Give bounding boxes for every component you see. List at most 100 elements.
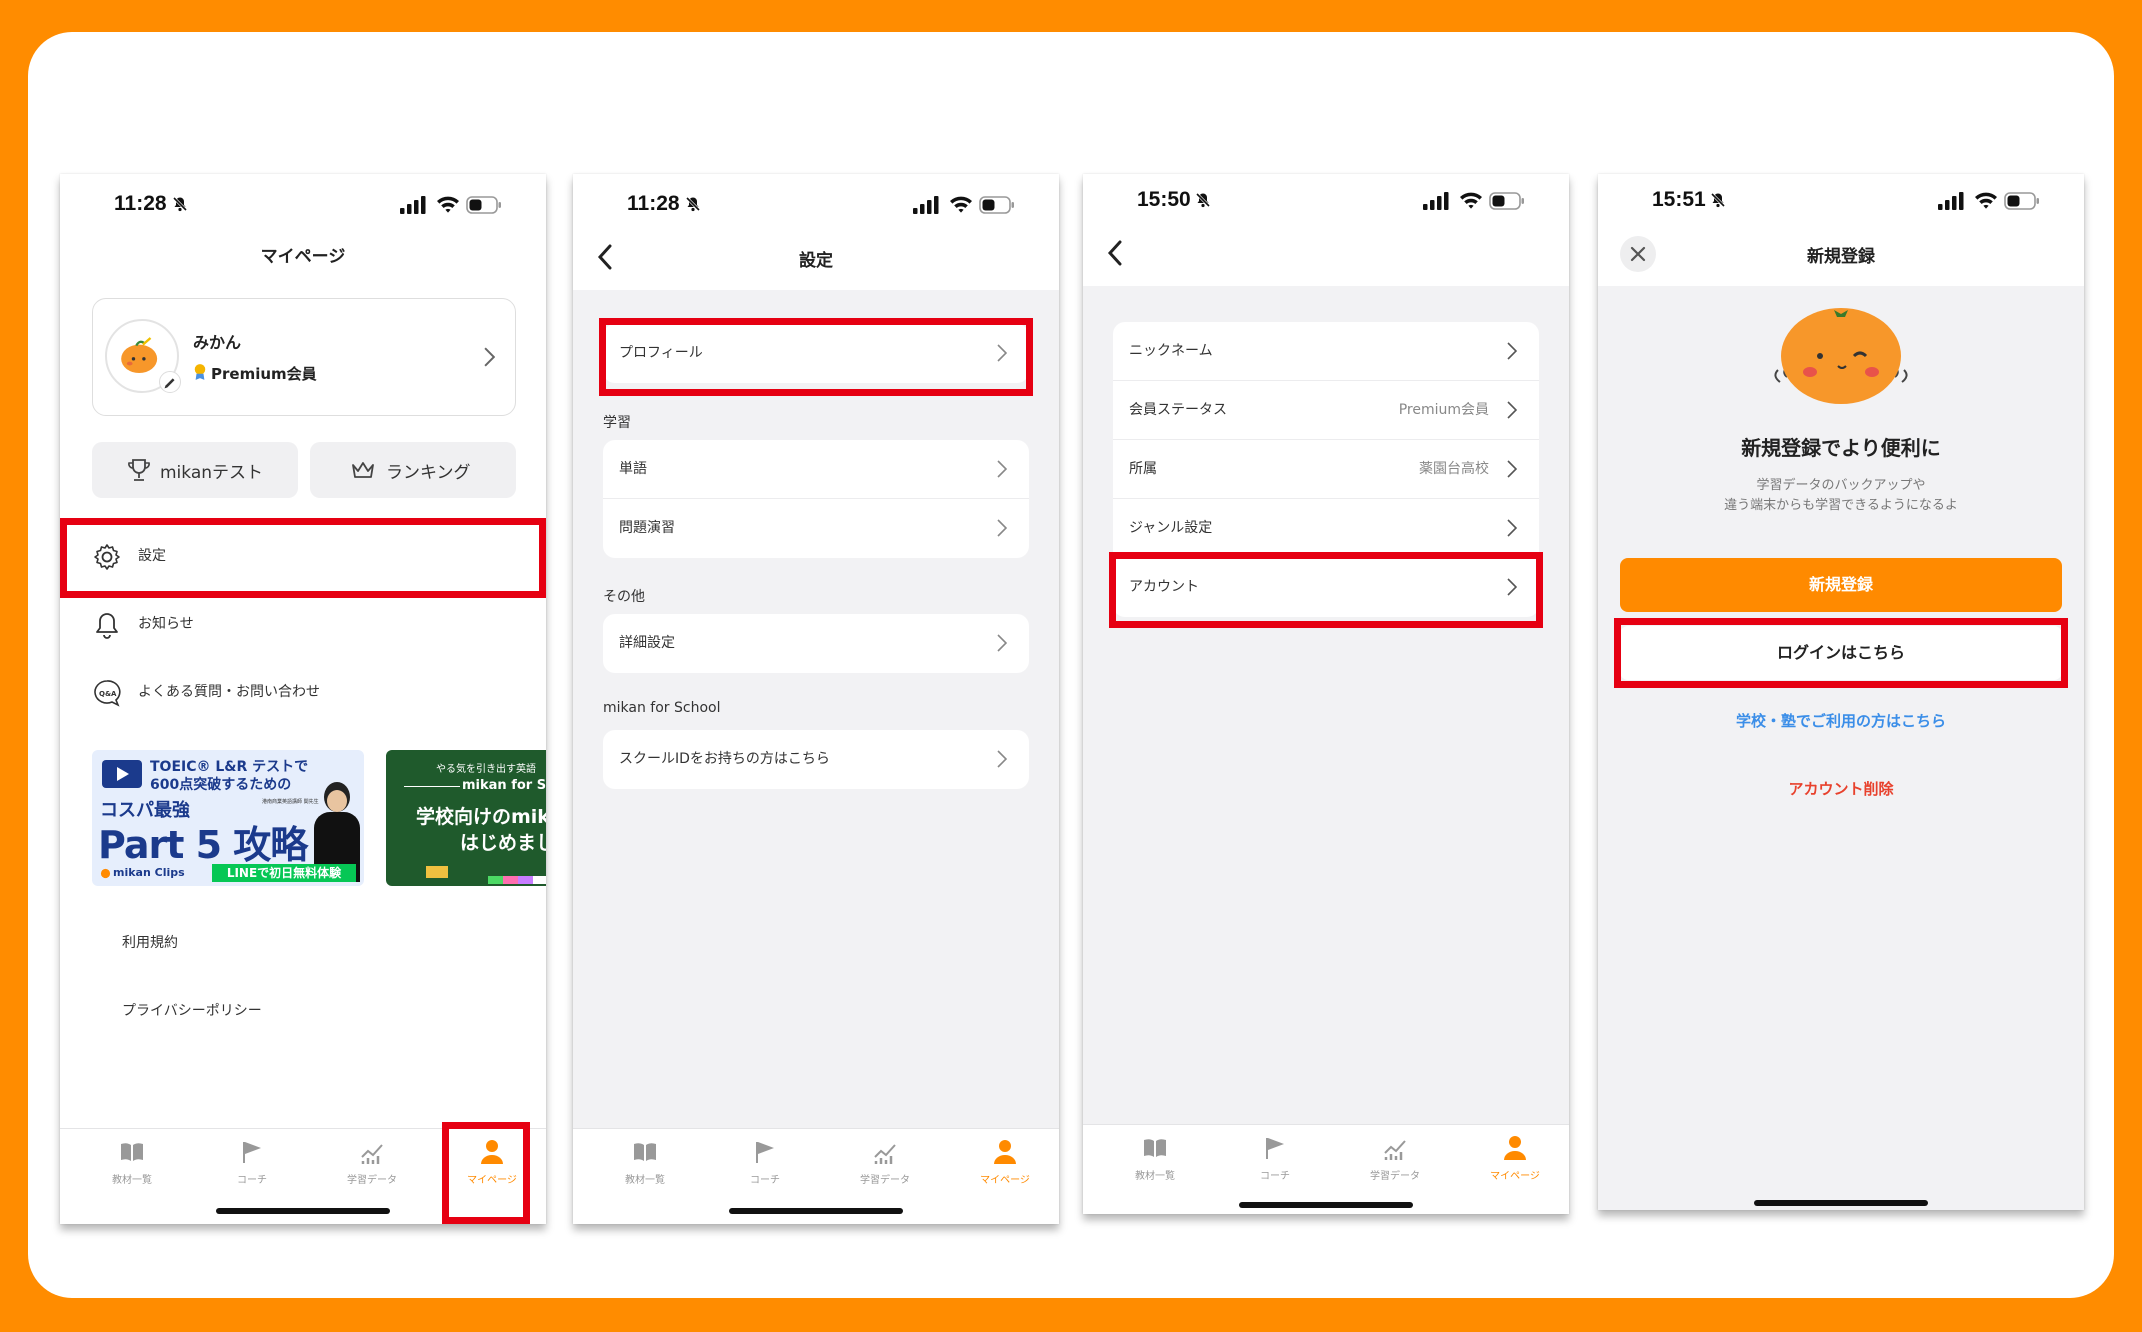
row-affiliation[interactable]: 所属 薬園台高校: [1113, 440, 1539, 499]
highlight-login: [1614, 618, 2068, 688]
avatar[interactable]: [105, 319, 181, 393]
tab-data[interactable]: 学習データ: [1345, 1135, 1445, 1182]
wifi-icon: [1460, 192, 1482, 209]
terms-link[interactable]: 利用規約: [122, 932, 178, 952]
book-icon: [634, 1143, 656, 1161]
edit-badge[interactable]: [159, 371, 181, 393]
wifi-icon: [437, 196, 459, 213]
tab-coach[interactable]: コーチ: [202, 1139, 302, 1186]
crown-icon: [352, 462, 374, 478]
tab-mypage[interactable]: マイページ: [955, 1139, 1055, 1186]
tab-materials[interactable]: 教材一覧: [1105, 1135, 1205, 1182]
tab-coach-label: コーチ: [1260, 1171, 1290, 1182]
chart-icon: [1384, 1140, 1406, 1160]
row-affiliation-value: 薬園台高校: [1419, 461, 1489, 477]
chevron-right-icon: [484, 347, 495, 367]
row-genre[interactable]: ジャンル設定: [1113, 499, 1539, 558]
bell-slash-icon: [1195, 192, 1211, 208]
school-link[interactable]: 学校・塾でご利用の方はこちら: [1598, 710, 2084, 731]
book-icon: [1144, 1139, 1166, 1157]
phone-settings: 11:28 設定 プロフィール 学習 単語 問題演習 その他 詳細設定 mika…: [573, 174, 1059, 1224]
status-bar: 11:28: [60, 192, 546, 226]
nav-bar: 新規登録: [1598, 226, 2084, 286]
home-indicator: [216, 1208, 390, 1214]
mikan-mascot-icon: [1774, 308, 1908, 404]
page-title: 新規登録: [1807, 247, 1875, 267]
page-title: 設定: [799, 251, 833, 271]
qa-bubble-icon: Q&A: [94, 680, 121, 707]
status-time: 11:28: [114, 192, 167, 215]
banner2-line4: はじめまし: [460, 832, 546, 854]
status-time: 11:28: [627, 192, 680, 215]
book-icon: [121, 1143, 143, 1161]
bell-slash-icon: [172, 196, 188, 212]
row-words-label: 単語: [619, 461, 647, 477]
banner1-cta: LINEで初日無料体験: [212, 864, 356, 882]
row-genre-label: ジャンル設定: [1129, 520, 1213, 536]
delete-account-link[interactable]: アカウント削除: [1598, 778, 2084, 799]
row-membership[interactable]: 会員ステータス Premium会員: [1113, 381, 1539, 440]
page-title: マイページ: [260, 247, 346, 267]
tab-data[interactable]: 学習データ: [322, 1139, 422, 1186]
mikan-for-school-banner[interactable]: やる気を引き出す英語 mikan for Sc 学校向けのmik はじめまし: [386, 750, 546, 886]
tab-coach[interactable]: コーチ: [1225, 1135, 1325, 1182]
mikan-clips-logo-icon: [100, 868, 111, 879]
row-drills[interactable]: 問題演習: [603, 499, 1029, 558]
row-nickname[interactable]: ニックネーム: [1113, 322, 1539, 381]
row-membership-value: Premium会員: [1398, 402, 1489, 418]
status-bar: 15:50: [1083, 188, 1569, 222]
ranking-button[interactable]: ランキング: [310, 442, 516, 498]
tab-data-label: 学習データ: [1370, 1171, 1420, 1182]
menu-news[interactable]: お知らせ: [92, 604, 194, 644]
bell-icon: [96, 613, 118, 639]
banner2-line1: やる気を引き出す英語: [436, 764, 536, 775]
highlight-account: [1109, 552, 1543, 628]
toeic-part5-banner[interactable]: TOEIC® L&R テストで 600点突破するための コスパ最強 Part 5…: [92, 750, 364, 886]
profile-card[interactable]: みかん Premium会員: [92, 298, 516, 416]
play-icon: [102, 760, 142, 788]
profile-name: みかん: [193, 333, 242, 352]
battery-icon: [979, 196, 1014, 214]
tab-data-label: 学習データ: [860, 1175, 910, 1186]
highlight-settings: [60, 518, 546, 598]
tab-mypage[interactable]: マイページ: [1465, 1135, 1565, 1182]
row-school-id[interactable]: スクールIDをお持ちの方はこちら: [603, 730, 1029, 789]
chevron-right-icon: [1507, 460, 1517, 478]
banner1-line2: 600点突破するための: [150, 777, 292, 793]
home-indicator: [1754, 1200, 1928, 1206]
row-drills-label: 問題演習: [619, 520, 675, 536]
banner2-line3: 学校向けのmik: [416, 806, 546, 828]
tab-materials[interactable]: 教材一覧: [82, 1139, 182, 1186]
highlight-profile: [599, 318, 1033, 396]
pencil-icon: [164, 378, 175, 389]
phone-profile: 15:50 ニックネーム 会員ステータス Premium会員 所属 薬園台高校: [1083, 174, 1569, 1214]
row-nickname-label: ニックネーム: [1129, 343, 1213, 359]
ranking-label: ランキング: [386, 463, 471, 483]
mikan-test-button[interactable]: mikanテスト: [92, 442, 298, 498]
row-words[interactable]: 単語: [603, 440, 1029, 499]
banner1-line1: TOEIC® L&R テストで: [150, 759, 309, 775]
bell-slash-icon: [685, 196, 701, 212]
row-detail-settings[interactable]: 詳細設定: [603, 614, 1029, 673]
row-affiliation-label: 所属: [1129, 461, 1157, 477]
menu-faq[interactable]: Q&A よくある質問・お問い合わせ: [92, 672, 320, 712]
tab-materials[interactable]: 教材一覧: [595, 1139, 695, 1186]
tab-coach[interactable]: コーチ: [715, 1139, 815, 1186]
tab-mypage-label: マイページ: [1490, 1171, 1540, 1182]
battery-icon: [1489, 192, 1524, 210]
flag-icon: [243, 1142, 261, 1163]
back-chevron-icon[interactable]: [1107, 240, 1123, 266]
privacy-link[interactable]: プライバシーポリシー: [122, 1000, 262, 1020]
highlight-mypage-tab: [442, 1122, 530, 1224]
chevron-right-icon: [1507, 519, 1517, 537]
trophy-icon: [128, 459, 150, 481]
register-button[interactable]: 新規登録: [1620, 558, 2062, 612]
signal-icon: [1423, 192, 1449, 210]
banner1-caption: 港南商業英語講師 関先生: [262, 799, 319, 805]
chevron-right-icon: [997, 460, 1007, 478]
tab-data[interactable]: 学習データ: [835, 1139, 935, 1186]
other-group: 詳細設定: [603, 614, 1029, 673]
person-icon: [994, 1140, 1016, 1164]
premium-medal-icon: [194, 364, 206, 380]
chevron-right-icon: [1507, 401, 1517, 419]
